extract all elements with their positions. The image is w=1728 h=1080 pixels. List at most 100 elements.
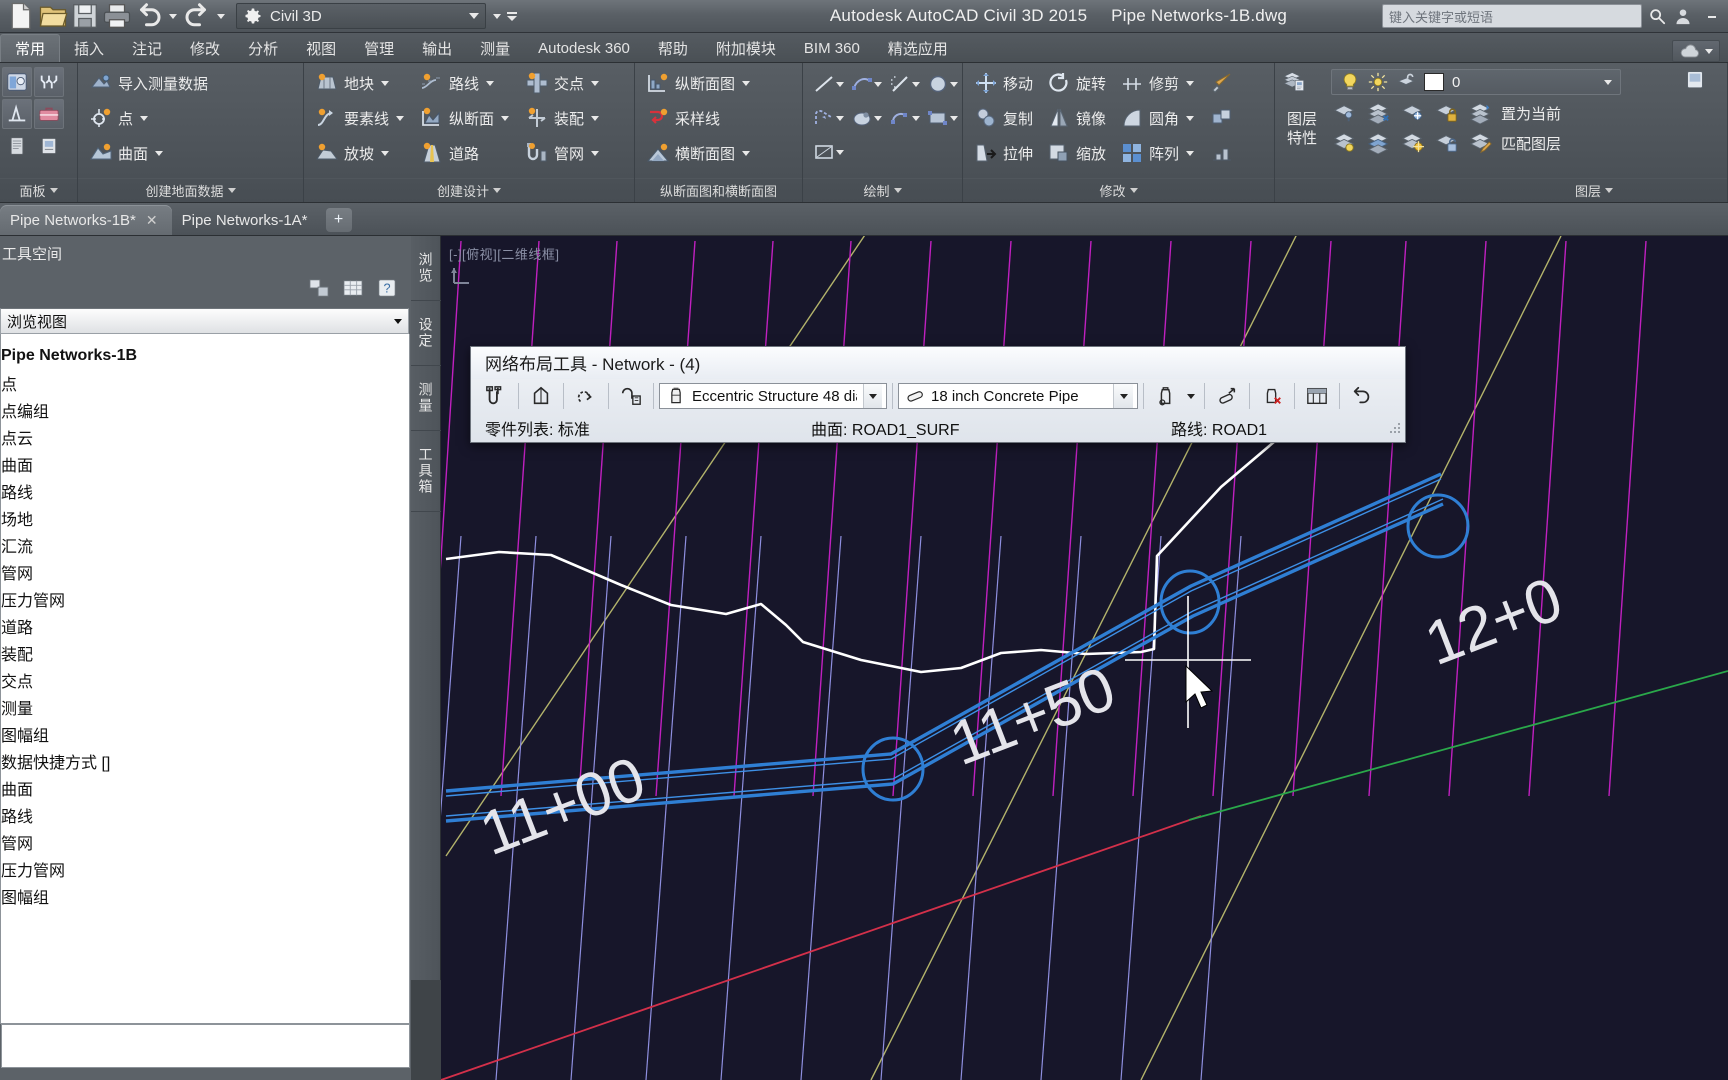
save-icon[interactable] [70, 2, 100, 30]
chevron-down-icon[interactable] [874, 116, 882, 121]
structure-selector[interactable]: Eccentric Structure 48 dia [659, 383, 887, 409]
redo-dropdown[interactable] [214, 2, 228, 30]
pipe-network-button[interactable]: 管网 [520, 137, 604, 169]
ribbon-tab-annotate[interactable]: 注记 [118, 34, 176, 62]
tree-item[interactable]: 点云 [1, 423, 409, 450]
pipe-dropdown-button[interactable] [1113, 384, 1133, 408]
search-icon[interactable] [1646, 4, 1668, 28]
side-tab-toolbox[interactable]: 工具箱 [411, 431, 441, 512]
toolspace-icon[interactable] [2, 67, 32, 97]
cloud-services-button[interactable] [1672, 40, 1720, 62]
chevron-down-icon[interactable] [836, 150, 844, 155]
chevron-down-icon[interactable] [950, 82, 958, 87]
chevron-down-icon[interactable] [742, 151, 750, 156]
alignment-button[interactable]: 路线 [415, 67, 514, 99]
tree-item[interactable]: 道路 [1, 612, 409, 639]
document-tab-pipe-networks-1a[interactable]: Pipe Networks-1A* [172, 205, 322, 235]
ribbon-tab-insert[interactable]: 插入 [60, 34, 118, 62]
circle-tool[interactable] [923, 68, 961, 100]
chevron-down-icon[interactable] [381, 81, 389, 86]
help-icon[interactable]: ? [375, 276, 399, 300]
ribbon-tab-modify[interactable]: 修改 [176, 34, 234, 62]
window-controls[interactable] [1696, 0, 1728, 33]
undo-icon[interactable] [1345, 381, 1379, 411]
ribbon-tab-home[interactable]: 常用 [0, 34, 60, 62]
side-tab-prospector[interactable]: 浏览 [411, 236, 441, 301]
chevron-down-icon[interactable] [1186, 151, 1194, 156]
boundary-tool[interactable] [809, 102, 847, 134]
tree-item[interactable]: 测量 [1, 693, 409, 720]
layer-match-icon[interactable] [1467, 129, 1495, 157]
plot-icon[interactable] [102, 2, 132, 30]
ribbon-panel-title-palettes[interactable]: 面板 [0, 178, 77, 202]
feature-line-button[interactable]: 要素线 [310, 102, 409, 134]
grading-button[interactable]: 放坡 [310, 137, 409, 169]
hatch-tool[interactable] [885, 68, 923, 100]
toolspace-tree[interactable]: Pipe Networks-1B点点编组点云曲面路线场地汇流管网压力管网道路装配… [0, 334, 410, 1024]
layer-set-current-icon[interactable] [1467, 99, 1495, 127]
ribbon-tab-help[interactable]: 帮助 [644, 34, 702, 62]
table-icon[interactable] [341, 276, 365, 300]
side-tab-survey[interactable]: 测量 [411, 366, 441, 431]
match-properties-button[interactable] [1205, 67, 1239, 99]
chevron-down-icon[interactable] [396, 116, 404, 121]
ribbon-tab-output[interactable]: 输出 [408, 34, 466, 62]
tree-item[interactable]: 管网 [1, 828, 409, 855]
toolspace-view-selector[interactable]: 浏览视图 [0, 308, 409, 334]
tree-item[interactable]: 路线 [1, 801, 409, 828]
network-layout-icon[interactable] [479, 381, 513, 411]
ribbon-tab-manage[interactable]: 管理 [350, 34, 408, 62]
scale-button[interactable]: 缩放 [1042, 137, 1111, 169]
chevron-down-icon[interactable] [912, 82, 920, 87]
import-survey-data-button[interactable]: 导入测量数据 [84, 67, 213, 99]
chevron-down-icon[interactable] [912, 116, 920, 121]
ribbon-panel-title-create-ground-data[interactable]: 创建地面数据 [78, 178, 303, 202]
tree-item[interactable]: 点编组 [1, 396, 409, 423]
ribbon-tab-autodesk360[interactable]: Autodesk 360 [524, 34, 644, 62]
points-button[interactable]: 点 [84, 102, 213, 134]
ribbon-panel-title-profile-section-views[interactable]: 纵断面图和横断面图 [635, 178, 802, 202]
delete-pipe-network-icon[interactable] [614, 381, 648, 411]
layer-isolate-icon[interactable] [1331, 99, 1359, 127]
chevron-down-icon[interactable] [836, 82, 844, 87]
chevron-down-icon[interactable] [1186, 116, 1194, 121]
chevron-down-icon[interactable] [591, 116, 599, 121]
viewport-label[interactable]: [-][俯视][二维线框] [449, 244, 560, 263]
properties-panel-icon[interactable] [2, 131, 32, 161]
chevron-down-icon[interactable] [501, 116, 509, 121]
workspace-selector[interactable]: Civil 3D [236, 3, 486, 29]
ribbon-panel-title-create-design[interactable]: 创建设计 [304, 178, 634, 202]
tree-item[interactable]: 曲面 [1, 450, 409, 477]
stretch-button[interactable]: 拉伸 [969, 137, 1038, 169]
move-button[interactable]: 移动 [969, 67, 1038, 99]
ribbon-tab-analyze[interactable]: 分析 [234, 34, 292, 62]
chevron-down-icon[interactable] [591, 81, 599, 86]
ribbon-panel-title-layers[interactable]: 图层 [1275, 178, 1727, 202]
profile-view-button[interactable]: 纵断面图 [641, 67, 755, 99]
lightbulb-icon[interactable] [1340, 72, 1360, 92]
region-tool[interactable] [809, 136, 847, 168]
sign-in-icon[interactable] [1672, 4, 1694, 28]
toolbox-palette-icon[interactable] [34, 67, 64, 97]
tree-item[interactable]: 压力管网 [1, 855, 409, 882]
layer-properties-icon[interactable] [1282, 69, 1322, 109]
delete-network-object-icon[interactable] [1255, 381, 1289, 411]
chevron-down-icon[interactable] [140, 116, 148, 121]
layer-thaw-icon[interactable] [1365, 129, 1393, 157]
rotate-button[interactable]: 旋转 [1042, 67, 1111, 99]
tree-item[interactable]: 场地 [1, 504, 409, 531]
surfaces-button[interactable]: 曲面 [84, 137, 213, 169]
trim-button[interactable]: 修剪 [1115, 67, 1199, 99]
tree-item[interactable]: 压力管网 [1, 585, 409, 612]
layer-freeze-icon[interactable] [1365, 99, 1393, 127]
arc-tool[interactable] [885, 102, 923, 134]
tree-item[interactable]: 曲面 [1, 774, 409, 801]
chevron-down-icon[interactable] [874, 82, 882, 87]
section-view-button[interactable]: 横断面图 [641, 137, 755, 169]
tree-item[interactable]: 交点 [1, 666, 409, 693]
rectangle-tool[interactable] [923, 102, 961, 134]
tree-item[interactable]: 管网 [1, 558, 409, 585]
tree-item[interactable]: Pipe Networks-1B [1, 342, 409, 369]
ribbon-tab-featured-apps[interactable]: 精选应用 [874, 34, 962, 62]
corridor-button[interactable]: 道路 [415, 137, 514, 169]
